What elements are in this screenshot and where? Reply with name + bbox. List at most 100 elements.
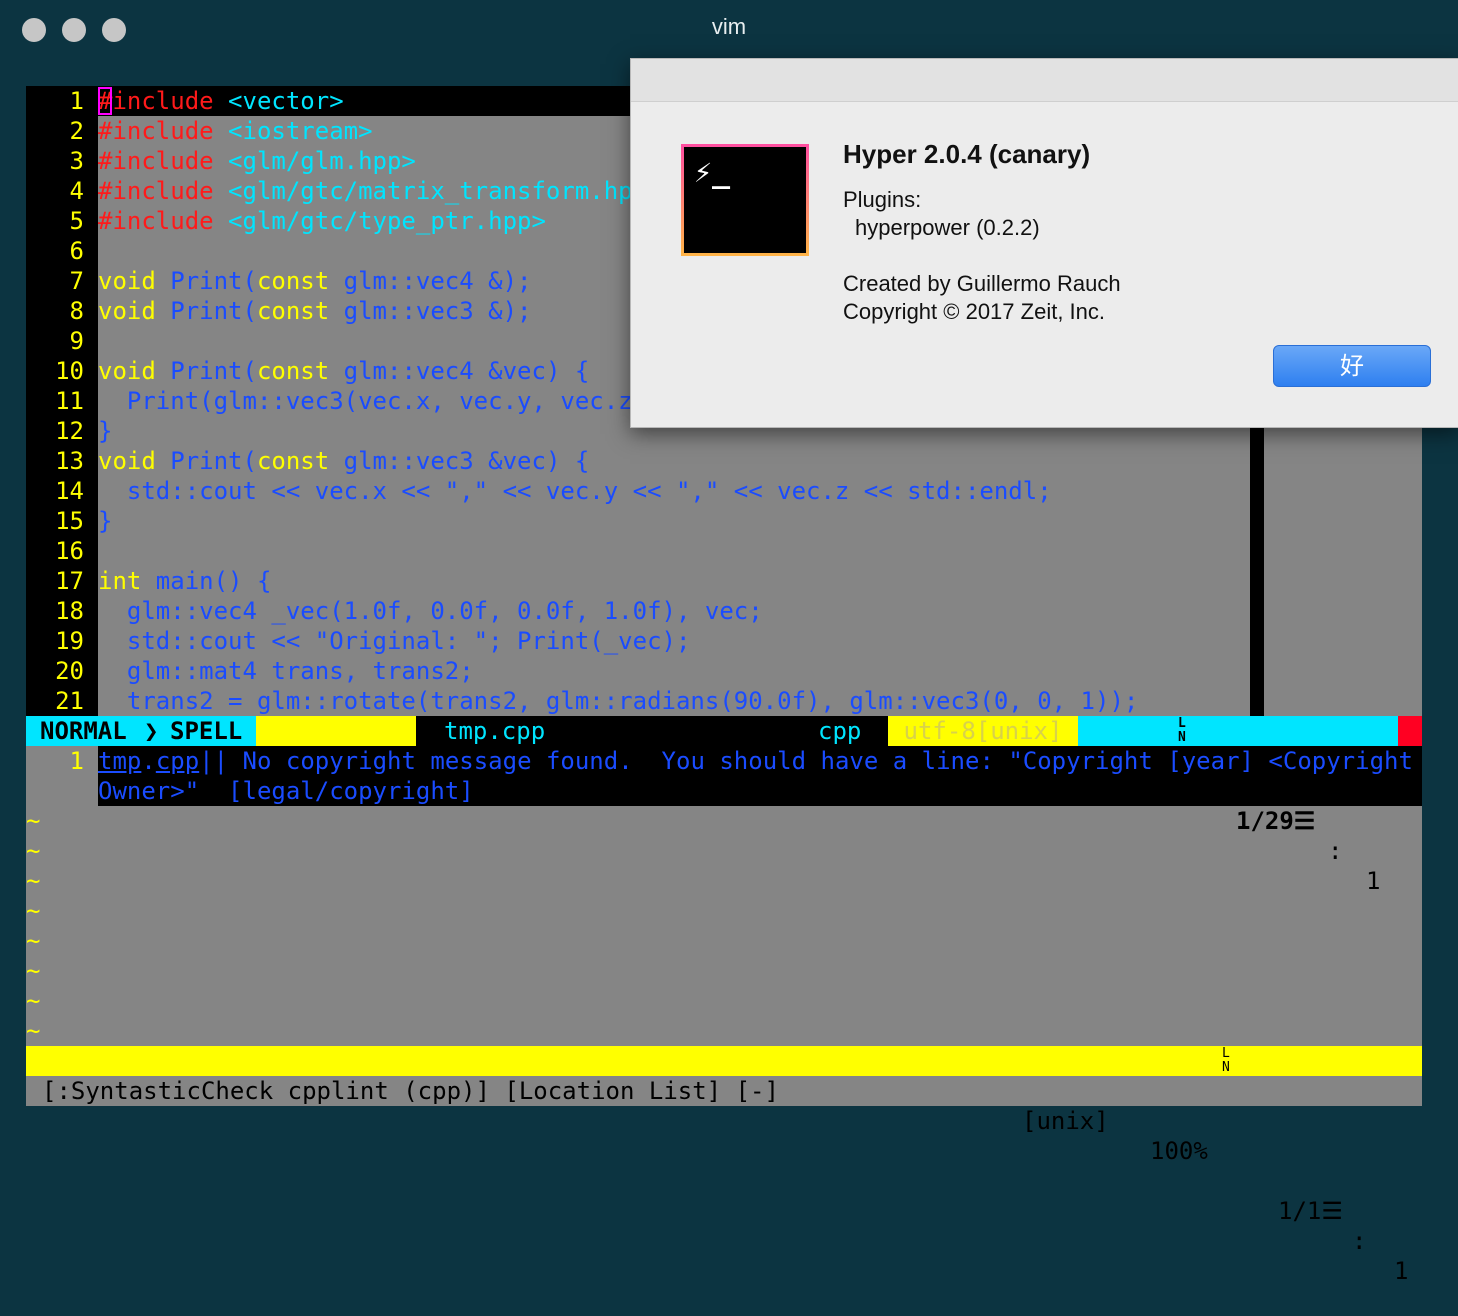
line-number: 16 [55, 537, 84, 565]
code-text: #include <iostream> [98, 116, 373, 146]
code-token: <glm/glm.hpp> [213, 147, 416, 175]
line-number: 13 [55, 447, 84, 475]
ok-button[interactable]: 好 [1273, 345, 1431, 387]
about-dialog: ⚡_ Hyper 2.0.4 (canary) Plugins: hyperpo… [630, 58, 1458, 428]
line-number: 5 [69, 207, 84, 235]
line-number: 18 [55, 597, 84, 625]
created-by: Created by Guillermo Rauch [843, 271, 1121, 296]
code-line[interactable]: 14 std::cout << vec.x << "," << vec.y <<… [26, 476, 1422, 506]
code-line[interactable]: 18 glm::vec4 _vec(1.0f, 0.0f, 0.0f, 1.0f… [26, 596, 1422, 626]
plugin-name: hyperpower (0.2.2) [855, 215, 1040, 240]
code-token: void [98, 297, 156, 325]
code-token: Print( [155, 357, 257, 385]
code-text: std::cout << vec.x << "," << vec.y << ",… [98, 476, 1052, 506]
loclist-status-colon: : [1352, 1227, 1367, 1255]
line-number: 12 [55, 417, 84, 445]
location-list-window[interactable]: 1 tmp.cpp|| No copyright message found. … [70, 746, 1422, 806]
code-token: glm::mat4 trans, trans2; [98, 657, 474, 685]
line-number: 20 [55, 657, 84, 685]
code-token: Print( [155, 447, 257, 475]
statusline-filetype: cpp [818, 717, 862, 745]
code-text: #include <vector> [98, 86, 344, 116]
line-number: 8 [69, 297, 84, 325]
code-token: #include [98, 147, 214, 175]
code-token: Print(glm::vec3(vec.x, vec.y, vec.z [98, 387, 633, 415]
code-token: #include [98, 117, 214, 145]
dialog-titlebar [631, 59, 1458, 102]
code-token: glm::vec4 &vec) { [329, 357, 590, 385]
statusline-column: 1 [1366, 867, 1381, 895]
empty-line-tilde: ~ [26, 927, 41, 955]
code-text: glm::mat4 trans, trans2; [98, 656, 474, 686]
code-token: main() { [141, 567, 272, 595]
vertical-split-divider [1250, 416, 1264, 716]
code-text: int main() { [98, 566, 271, 596]
code-line[interactable]: 19 std::cout << "Original: "; Print(_vec… [26, 626, 1422, 656]
code-text: void Print(const glm::vec3 &); [98, 296, 532, 326]
code-text: #include <glm/gtc/matrix_transform.hp [98, 176, 633, 206]
code-text: void Print(const glm::vec3 &vec) { [98, 446, 589, 476]
code-token: <glm/gtc/matrix_transform.hp [213, 177, 633, 205]
code-line[interactable]: 21 trans2 = glm::rotate(trans2, glm::rad… [26, 686, 1422, 716]
code-token: } [98, 507, 113, 535]
code-line[interactable]: 16 [26, 536, 1422, 566]
code-token: int [98, 567, 142, 595]
empty-line-tilde: ~ [26, 987, 41, 1015]
code-line[interactable]: 13 void Print(const glm::vec3 &vec) { [26, 446, 1422, 476]
loclist-separator: || [199, 747, 229, 775]
line-number: 15 [55, 507, 84, 535]
code-text: } [98, 416, 112, 446]
line-number: 14 [55, 477, 84, 505]
warning-marker [1398, 716, 1422, 746]
loclist-status-column: 1 [1394, 1257, 1409, 1285]
code-token: trans2 = glm::rotate(trans2, glm::radian… [98, 687, 1139, 715]
code-token: # [98, 87, 113, 115]
code-token: glm::vec4 _vec(1.0f, 0.0f, 0.0f, 1.0f), … [98, 597, 763, 625]
code-token: const [256, 297, 330, 325]
spell-indicator: SPELL [144, 716, 256, 746]
code-text: } [98, 506, 112, 536]
statusline-encoding: utf-8[unix] [888, 716, 1078, 746]
line-number: 21 [55, 687, 84, 715]
code-token: Print( [155, 267, 257, 295]
code-line[interactable]: 15} [26, 506, 1422, 536]
loclist-status-format: [unix] [1022, 1107, 1109, 1135]
hyper-app-icon: ⚡_ [681, 144, 809, 256]
line-number: 17 [55, 567, 84, 595]
code-token: } [98, 417, 113, 445]
code-token: std::cout << vec.x << "," << vec.y << ",… [98, 477, 1052, 505]
code-text: trans2 = glm::rotate(trans2, glm::radian… [98, 686, 1138, 716]
line-number: 11 [55, 387, 84, 415]
code-token: <vector> [213, 87, 344, 115]
code-line[interactable]: 17 int main() { [26, 566, 1422, 596]
loclist-file[interactable]: tmp [98, 747, 141, 775]
line-number: 2 [69, 117, 84, 145]
loclist-status-left: [:SyntasticCheck cpplint (cpp)] [Locatio… [42, 1077, 779, 1105]
window-titlebar: vim [0, 0, 1458, 58]
terminal-prompt-icon: ⚡_ [694, 155, 731, 190]
loclist-entry[interactable]: tmp.cpp|| No copyright message found. Yo… [98, 746, 1413, 776]
code-text: Print(glm::vec3(vec.x, vec.y, vec.z [98, 386, 633, 416]
line-number: 7 [69, 267, 84, 295]
loclist-file-ext[interactable]: cpp [156, 747, 199, 775]
code-token: Print( [155, 297, 257, 325]
code-text: #include <glm/glm.hpp> [98, 146, 416, 176]
dialog-title: Hyper 2.0.4 (canary) [843, 139, 1091, 169]
code-text: void Print(const glm::vec4 &); [98, 266, 532, 296]
code-token: include [112, 87, 214, 115]
code-token: #include [98, 177, 214, 205]
code-line[interactable]: 20 glm::mat4 trans, trans2; [26, 656, 1422, 686]
code-token: <iostream> [213, 117, 373, 145]
empty-line-tilde: ~ [26, 807, 41, 835]
code-token: void [98, 447, 156, 475]
line-number: 6 [69, 237, 84, 265]
loclist-status-position: 1/1☰ [1278, 1197, 1343, 1225]
code-token: #include [98, 207, 214, 235]
loclist-line-number: 1 [69, 747, 84, 775]
plugins-label: Plugins: [843, 187, 922, 212]
empty-line-tilde: ~ [26, 957, 41, 985]
mode-indicator: NORMAL [26, 716, 144, 746]
line-number: 19 [55, 627, 84, 655]
code-token: const [256, 267, 330, 295]
line-number: 4 [69, 177, 84, 205]
